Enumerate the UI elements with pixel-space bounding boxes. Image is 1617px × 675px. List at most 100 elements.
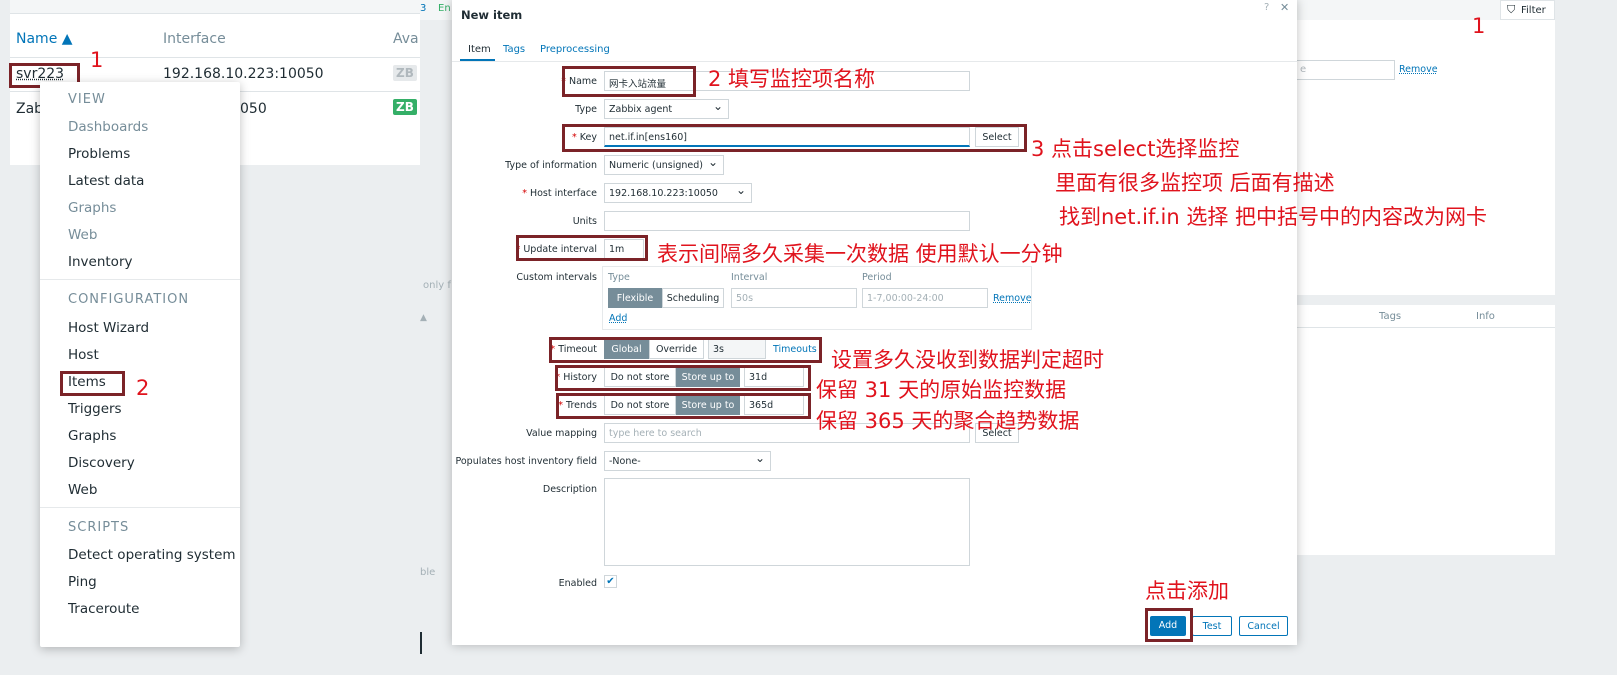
menu-item-traceroute[interactable]: Traceroute	[68, 601, 139, 617]
menu-section-scripts: SCRIPTS	[68, 520, 130, 535]
background-text: only f	[423, 280, 451, 291]
background-text: 3	[420, 3, 427, 14]
column-name-header[interactable]: Name ▲	[16, 31, 73, 47]
menu-item-ping[interactable]: Ping	[68, 574, 97, 590]
menu-item-dashboards[interactable]: Dashboards	[68, 119, 148, 135]
menu-item-inventory[interactable]: Inventory	[68, 254, 132, 270]
availability-badge: ZB	[393, 65, 417, 81]
menu-divider	[40, 507, 240, 508]
host-interface: 050	[240, 101, 267, 117]
menu-item-web-config[interactable]: Web	[68, 482, 97, 498]
type-of-information-select[interactable]: Numeric (unsigned)	[604, 155, 724, 175]
annotation-step-2: 2	[136, 376, 150, 400]
annotation-trends: 保留 365 天的聚合趋势数据	[816, 409, 1080, 433]
column-tags-header: Tags	[1379, 311, 1402, 322]
annotation-box-items	[60, 371, 125, 396]
units-input[interactable]	[604, 211, 970, 231]
menu-section-configuration: CONFIGURATION	[68, 292, 190, 307]
menu-item-latest-data[interactable]: Latest data	[68, 173, 144, 189]
type-select[interactable]: Zabbix agent	[604, 99, 729, 119]
host-interface-label: * Host interface	[522, 188, 597, 199]
annotation-box-trends	[556, 393, 811, 419]
dialog-title: New item	[461, 8, 523, 22]
inventory-field-select[interactable]: -None-	[604, 451, 771, 471]
description-textarea[interactable]	[604, 478, 970, 566]
help-icon[interactable]: ?	[1264, 2, 1269, 13]
table-header-divider	[10, 57, 430, 58]
annotation-box-interval	[516, 235, 648, 261]
menu-section-view: VIEW	[68, 92, 106, 107]
sort-arrow-icon: ▲	[420, 313, 427, 323]
menu-item-host[interactable]: Host	[68, 347, 99, 363]
scheduling-toggle[interactable]: Scheduling	[662, 288, 724, 308]
inventory-field-label: Populates host inventory field	[455, 456, 597, 467]
menu-item-discovery[interactable]: Discovery	[68, 455, 135, 471]
test-button[interactable]: Test	[1192, 616, 1232, 636]
custom-interval-add-link[interactable]: Add	[609, 313, 627, 324]
menu-item-graphs-config[interactable]: Graphs	[68, 428, 116, 444]
custom-type-header: Type	[608, 272, 630, 283]
custom-interval-input[interactable]: 50s	[731, 288, 857, 308]
column-interface-header: Interface	[163, 31, 226, 47]
host-link-zabbix[interactable]: Zab	[16, 101, 43, 117]
annotation-name: 2 填写监控项名称	[708, 67, 876, 91]
background-text: ble	[420, 567, 436, 578]
description-label: Description	[542, 484, 597, 495]
filter-icon: ⛉	[1507, 3, 1516, 16]
value-mapping-label: Value mapping	[526, 428, 597, 439]
flexible-toggle[interactable]: Flexible	[608, 288, 662, 308]
annotation-key-3: 找到net.if.in 选择 把中括号中的内容改为网卡	[1059, 205, 1488, 229]
annotation-box-timeout	[549, 337, 822, 363]
filter-input[interactable]: e	[1295, 60, 1395, 80]
filter-remove-link[interactable]: Remove	[1399, 64, 1438, 75]
custom-period-input[interactable]: 1-7,00:00-24:00	[862, 288, 988, 308]
host-context-menu: VIEW Dashboards Problems Latest data Gra…	[40, 82, 240, 647]
annotation-key-2: 里面有很多监控项 后面有描述	[1055, 171, 1335, 195]
menu-divider	[40, 279, 240, 280]
menu-item-triggers[interactable]: Triggers	[68, 401, 122, 417]
menu-item-host-wizard[interactable]: Host Wizard	[68, 320, 149, 336]
annotation-history: 保留 31 天的原始监控数据	[816, 378, 1067, 402]
items-list-card	[1295, 305, 1555, 555]
menu-item-detect-os[interactable]: Detect operating system	[68, 547, 236, 563]
annotation-box-name	[562, 66, 696, 97]
menu-item-web[interactable]: Web	[68, 227, 97, 243]
host-interface: 192.168.10.223:10050	[163, 66, 324, 82]
availability-badge: ZB	[393, 99, 417, 115]
host-interface-select[interactable]: 192.168.10.223:10050	[604, 183, 752, 203]
column-info-header: Info	[1476, 311, 1495, 322]
enabled-label: Enabled	[558, 578, 597, 589]
cancel-button[interactable]: Cancel	[1239, 616, 1288, 636]
annotation-box-key	[562, 124, 1027, 152]
tabs-divider	[452, 61, 1297, 62]
filter-label: Filter	[1521, 5, 1546, 16]
annotation-box-add	[1145, 608, 1193, 642]
custom-interval-remove-link[interactable]: Remove	[993, 293, 1032, 304]
column-availability-header: Ava	[393, 31, 419, 47]
annotation-step-1: 1	[90, 48, 104, 72]
tab-item[interactable]: Item	[468, 44, 491, 55]
enabled-checkbox[interactable]: ✔	[604, 575, 617, 588]
menu-item-problems[interactable]: Problems	[68, 146, 130, 162]
type-label: Type	[575, 104, 597, 115]
close-icon[interactable]: ✕	[1280, 1, 1289, 14]
background-text: En	[438, 3, 451, 14]
list-header-divider	[1295, 327, 1555, 328]
annotation-timeout: 设置多久没收到数据判定超时	[831, 348, 1104, 372]
type-of-information-label: Type of information	[505, 160, 597, 171]
annotation-interval: 表示间隔多久采集一次数据 使用默认一分钟	[657, 242, 1063, 266]
text-cursor	[420, 632, 422, 654]
annotation-add: 点击添加	[1145, 579, 1229, 603]
tab-preprocessing[interactable]: Preprocessing	[540, 44, 610, 55]
units-label: Units	[572, 216, 597, 227]
menu-item-graphs[interactable]: Graphs	[68, 200, 116, 216]
tab-tags[interactable]: Tags	[503, 44, 525, 55]
hosts-topbar	[10, 0, 430, 14]
filter-tab[interactable]: ⛉ Filter	[1500, 0, 1555, 20]
annotation-step-1-right: 1	[1472, 14, 1486, 38]
custom-intervals-label: Custom intervals	[516, 272, 597, 283]
annotation-box-history	[555, 365, 811, 391]
custom-period-header: Period	[862, 272, 892, 283]
annotation-key-1: 3 点击select选择监控	[1031, 137, 1240, 161]
custom-interval-header: Interval	[731, 272, 768, 283]
